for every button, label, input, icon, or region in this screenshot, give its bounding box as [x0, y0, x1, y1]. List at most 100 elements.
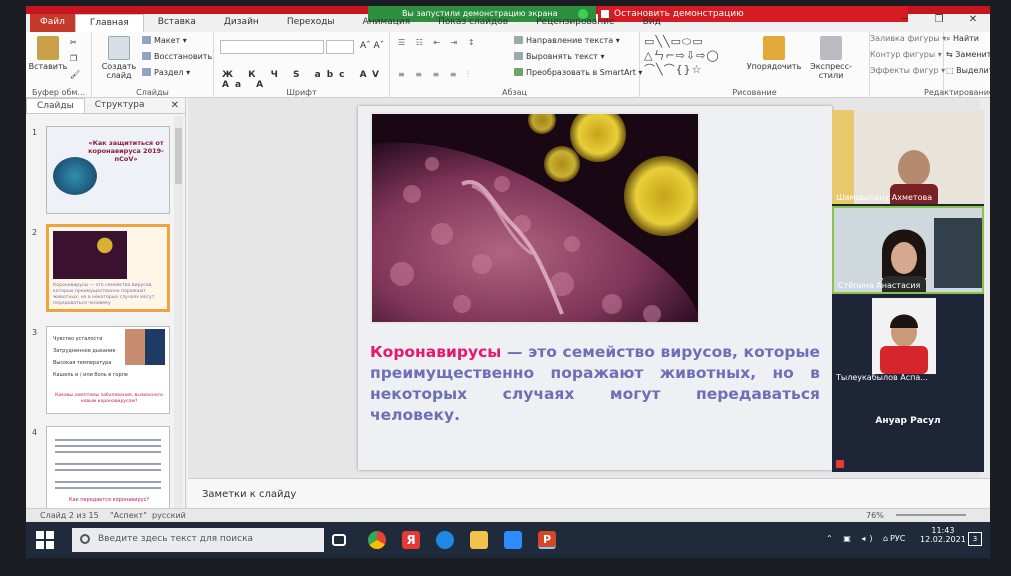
powerpoint-icon[interactable]: P: [538, 531, 556, 549]
slide-thumb-2[interactable]: Коронавирусы — это семейство вирусов, ко…: [46, 224, 170, 312]
font-format-buttons[interactable]: Ж К Ч S abc AV Aa A: [222, 70, 389, 90]
paste-button[interactable]: Вставить: [28, 36, 68, 71]
participant-tile[interactable]: Тылеукабылов Аспа...: [832, 298, 984, 384]
edge-icon[interactable]: [436, 531, 454, 549]
thumb-text-line: [55, 481, 161, 483]
shape-fill-label: Заливка фигуры: [870, 34, 940, 43]
zoom-level[interactable]: 76%: [866, 511, 884, 520]
smartart-button[interactable]: Преобразовать в SmartArt ▾: [514, 68, 642, 77]
tab-review[interactable]: Рецензирование: [522, 14, 628, 32]
notifications-icon[interactable]: 3: [968, 532, 982, 546]
new-slide-label: Создать слайд: [101, 62, 137, 80]
slide-thumb-4[interactable]: Как передается коронавирус?: [46, 426, 170, 514]
current-slide[interactable]: Коронавирусы — это семейство вирусов, ко…: [358, 106, 832, 470]
section-button[interactable]: Раздел ▾: [142, 68, 190, 77]
copy-icon[interactable]: ❐: [70, 54, 77, 63]
align-text-label: Выровнять текст: [526, 52, 598, 61]
tab-insert[interactable]: Вставка: [144, 14, 210, 32]
shape-effects-button[interactable]: Эффекты фигур ▾: [870, 66, 945, 75]
thumb-text-line: [55, 439, 161, 441]
tab-file[interactable]: Файл: [30, 14, 75, 32]
new-slide-button[interactable]: Создать слайд: [98, 36, 140, 80]
slide3-question: Каковы симптомы заболевания, вызванного …: [55, 393, 163, 404]
smartart-icon: [514, 68, 523, 76]
zoom-app-icon[interactable]: [504, 531, 522, 549]
tab-slideshow[interactable]: Показ слайдов: [424, 14, 522, 32]
align-buttons[interactable]: ≡ ≡ ≡ ≡ ⫶: [398, 70, 473, 80]
slide-thumb-3[interactable]: Чувство усталости Затрудненное дыхание В…: [46, 326, 170, 414]
tab-home[interactable]: Главная: [74, 14, 144, 32]
search-icon: [80, 534, 90, 544]
drawing-group-label: Рисование: [732, 88, 777, 97]
slide-body-text[interactable]: Коронавирусы — это семейство вирусов, ко…: [370, 342, 820, 426]
slides-panel-scrollbar[interactable]: [174, 116, 183, 516]
quick-styles-button[interactable]: Экспресс-стили: [800, 36, 862, 80]
find-button[interactable]: ⌕ Найти: [946, 34, 979, 44]
muted-mic-icon: [836, 460, 844, 468]
slide-thumb-1[interactable]: «Как защититься от коронавируса 2019-nCo…: [46, 126, 170, 214]
tab-slides[interactable]: Слайды: [26, 98, 85, 113]
slide-counter: Слайд 2 из 15: [40, 511, 99, 520]
language-indicator[interactable]: русский: [152, 511, 186, 520]
text-direction-button[interactable]: Направление текста ▾: [514, 36, 620, 45]
participant-tile[interactable]: Ануар Расул: [832, 386, 984, 472]
maximize-button[interactable]: ❐: [922, 14, 956, 30]
input-language[interactable]: РУС: [890, 534, 905, 543]
replace-button[interactable]: ⇆ Заменить: [946, 50, 990, 59]
select-button[interactable]: ⬚ Выделить: [946, 66, 990, 75]
taskbar: Введите здесь текст для поиска Я P ⌃ ▣ ◂…: [26, 522, 990, 558]
thumb-text-line: [55, 451, 161, 453]
list-buttons[interactable]: ☰ ☷ ⇤ ⇥ ↕: [398, 38, 479, 47]
file-explorer-icon[interactable]: [470, 531, 488, 549]
participant-tile-active[interactable]: Стёпина Анастасия: [832, 206, 984, 294]
cut-icon[interactable]: ✂: [70, 38, 77, 47]
reset-button[interactable]: Восстановить: [142, 52, 212, 61]
layout-button[interactable]: Макет ▾: [142, 36, 187, 45]
thumb-text-line: [55, 469, 161, 471]
font-size-combo[interactable]: [326, 40, 354, 54]
windows-start-icon[interactable]: [36, 531, 54, 549]
participant-name: Ануар Расул: [875, 416, 941, 426]
slide4-question: Как передается коронавирус?: [68, 497, 150, 503]
slide3-item: Чувство усталости: [53, 336, 103, 342]
shape-outline-button[interactable]: Контур фигуры ▾: [870, 50, 942, 59]
tray-icons[interactable]: ⌃ ▣ ◂) ⌂: [826, 534, 892, 543]
clipboard-group-label: Буфер обм...: [31, 88, 86, 97]
task-view-icon[interactable]: [332, 534, 346, 546]
shape-fill-button[interactable]: Заливка фигуры ▾: [870, 34, 946, 43]
zoom-slider[interactable]: [896, 514, 966, 516]
font-grow-icon[interactable]: Aˆ Aˇ: [360, 41, 384, 51]
reset-icon: [142, 52, 151, 60]
tab-animation[interactable]: Анимация: [349, 14, 425, 32]
tab-outline[interactable]: Структура: [85, 98, 155, 113]
tab-design[interactable]: Дизайн: [210, 14, 273, 32]
tab-view[interactable]: Вид: [629, 14, 675, 32]
font-name-combo[interactable]: [220, 40, 324, 54]
shapes-gallery[interactable]: ▭╲╲▭⬭▭ △ㄣ⌐⇨⇩⇨◯ ⌒╲⌒{}☆: [644, 35, 740, 79]
ribbon: Вставить ✂ ❐ 🖌 Буфер обм... Создать слай…: [26, 32, 990, 98]
replace-icon: ⇆: [946, 50, 953, 59]
smartart-label: Преобразовать в SmartArt: [526, 68, 636, 77]
chrome-icon[interactable]: [368, 531, 386, 549]
scroll-thumb[interactable]: [175, 128, 182, 184]
clock[interactable]: 11:43 12.02.2021: [920, 526, 966, 544]
new-slide-icon: [108, 36, 130, 60]
format-painter-icon[interactable]: 🖌: [70, 70, 80, 79]
minimize-button[interactable]: ─: [888, 14, 922, 30]
close-button[interactable]: ✕: [956, 14, 990, 30]
panel-close-icon[interactable]: ✕: [165, 98, 185, 113]
yandex-icon[interactable]: Я: [402, 531, 420, 549]
group-slides: Создать слайд Макет ▾ Восстановить Разде…: [92, 32, 214, 98]
arrange-button[interactable]: Упорядочить: [744, 36, 804, 71]
slides-panel-tabs: Слайды Структура ✕: [26, 98, 185, 114]
notes-pane[interactable]: Заметки к слайду: [188, 478, 990, 508]
taskbar-search-input[interactable]: Введите здесь текст для поиска: [72, 528, 324, 552]
tab-transitions[interactable]: Переходы: [273, 14, 349, 32]
align-text-button[interactable]: Выровнять текст ▾: [514, 52, 605, 61]
find-icon: ⌕: [946, 34, 951, 43]
notification-count: 3: [972, 535, 978, 543]
participant-tile[interactable]: Шамшыпану Ахметова: [832, 110, 984, 204]
slide2-thumb-image: [53, 231, 127, 279]
editing-group-label: Редактирование: [924, 88, 990, 97]
group-clipboard: Вставить ✂ ❐ 🖌 Буфер обм...: [26, 32, 92, 98]
